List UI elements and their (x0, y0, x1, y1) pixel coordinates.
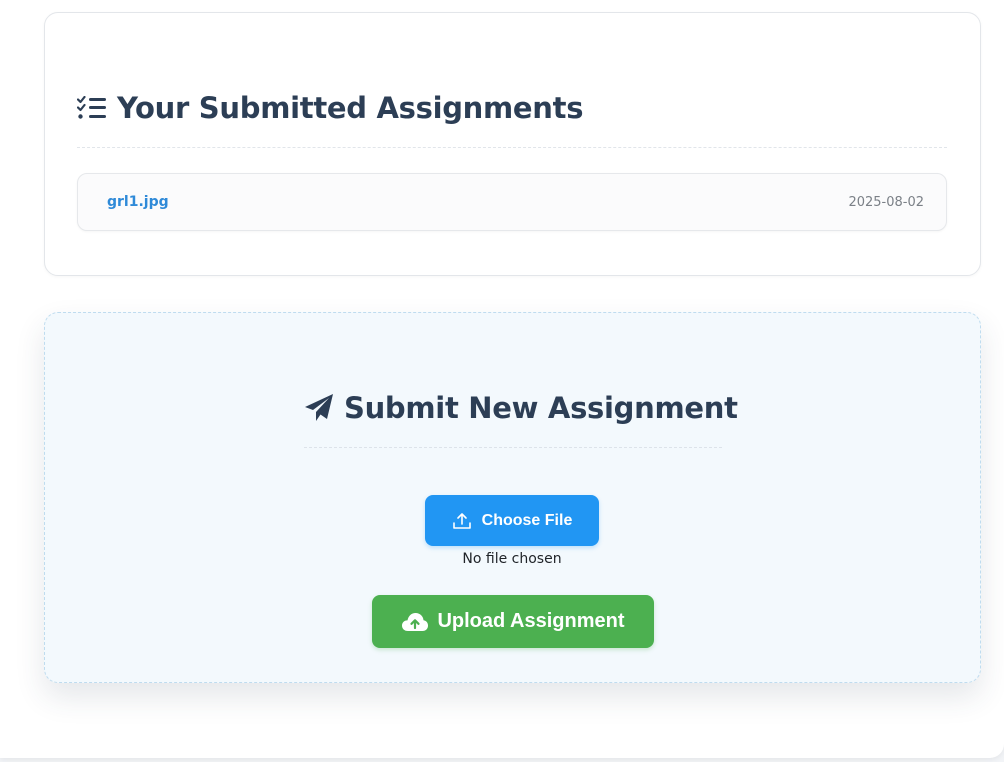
submitted-assignments-heading: Your Submitted Assignments (77, 91, 583, 125)
page-background: Your Submitted Assignments grl1.jpg 2025… (0, 0, 1004, 758)
list-item: grl1.jpg 2025-08-02 (77, 173, 947, 231)
divider (77, 147, 947, 148)
submit-assignment-heading: Submit New Assignment (304, 391, 738, 425)
choose-file-label: Choose File (481, 511, 573, 529)
upload-assignment-button[interactable]: Upload Assignment (372, 595, 654, 648)
upload-icon (452, 511, 472, 531)
assignment-file-link[interactable]: grl1.jpg (107, 194, 169, 210)
checklist-icon (77, 96, 107, 120)
file-status-text: No file chosen (462, 551, 562, 567)
choose-file-button[interactable]: Choose File (425, 495, 599, 546)
submitted-heading-text: Your Submitted Assignments (117, 91, 584, 125)
divider (304, 447, 722, 448)
submitted-assignments-card: Your Submitted Assignments grl1.jpg 2025… (44, 12, 981, 276)
assignment-date: 2025-08-02 (848, 195, 924, 210)
submit-assignment-card: Submit New Assignment Choose File No fil… (44, 312, 981, 683)
submit-heading-text: Submit New Assignment (344, 391, 738, 425)
upload-assignment-label: Upload Assignment (437, 610, 625, 632)
paper-plane-icon (304, 393, 334, 423)
cloud-upload-icon (401, 611, 429, 633)
